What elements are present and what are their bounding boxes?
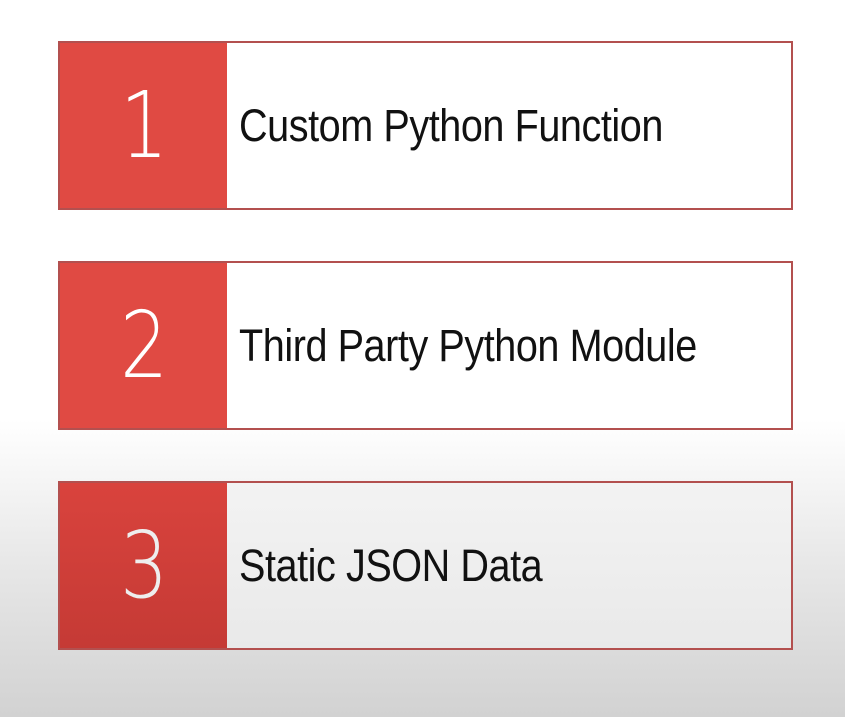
item-number: 2 xyxy=(120,291,168,399)
list-item-third-party-python-module: 2 Third Party Python Module xyxy=(58,261,793,430)
item-label: Custom Python Function xyxy=(239,100,663,151)
list-item-custom-python-function: 1 Custom Python Function xyxy=(58,41,793,210)
number-badge: 2 xyxy=(60,263,227,428)
label-box: Static JSON Data xyxy=(227,483,791,648)
item-number: 1 xyxy=(120,71,168,179)
item-number: 3 xyxy=(120,511,168,619)
list-item-static-json-data: 3 Static JSON Data xyxy=(58,481,793,650)
number-badge: 3 xyxy=(60,483,227,648)
label-box: Third Party Python Module xyxy=(227,263,791,428)
item-label: Static JSON Data xyxy=(239,540,543,591)
numbered-list: 1 Custom Python Function 2 Third Party P… xyxy=(58,41,793,650)
number-badge: 1 xyxy=(60,43,227,208)
label-box: Custom Python Function xyxy=(227,43,791,208)
item-label: Third Party Python Module xyxy=(239,320,697,371)
